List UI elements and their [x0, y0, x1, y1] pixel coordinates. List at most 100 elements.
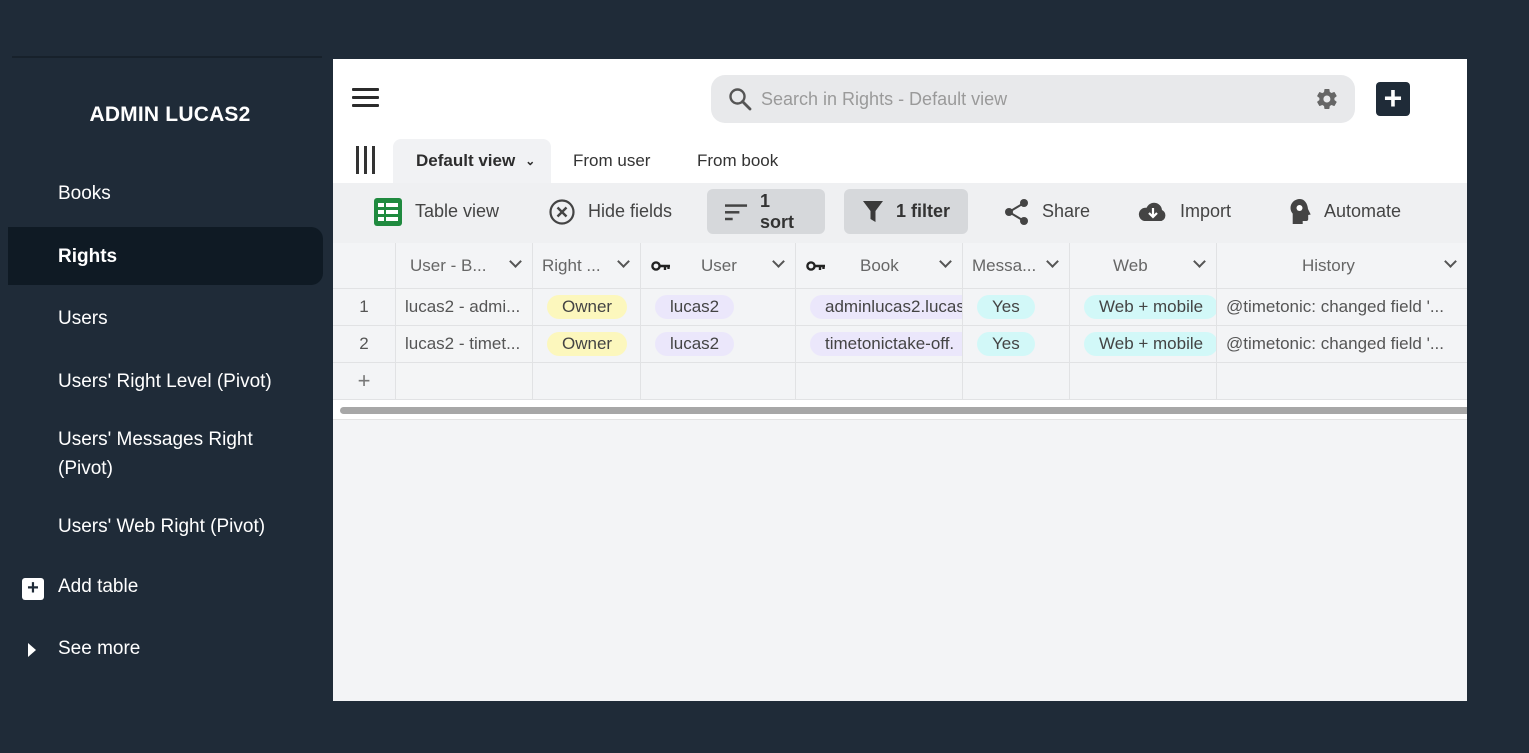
column-divider [395, 243, 396, 400]
cell-web[interactable]: Web + mobile [1070, 326, 1217, 362]
filter-button[interactable]: 1 filter [844, 189, 968, 234]
chevron-down-icon[interactable] [509, 255, 522, 268]
table-row[interactable]: 2 lucas2 - timet... Owner lucas2 timeton… [333, 326, 1467, 363]
search-input[interactable] [761, 85, 1281, 113]
horizontal-scrollbar[interactable] [340, 407, 1467, 414]
sidebar-divider [12, 56, 322, 58]
web-pill: Web + mobile [1084, 332, 1216, 356]
cell-user[interactable]: lucas2 [641, 289, 796, 325]
right-pill: Owner [547, 332, 628, 356]
cell-web[interactable]: Web + mobile [1070, 289, 1217, 325]
import-button[interactable]: Import [1120, 189, 1249, 234]
plus-icon: + [1383, 80, 1403, 116]
hamburger-icon[interactable] [352, 88, 379, 108]
cell-book[interactable]: adminlucas2.lucas [796, 289, 963, 325]
cell-messages[interactable]: Yes [963, 289, 1070, 325]
filter-label: 1 filter [895, 201, 951, 221]
column-header-user[interactable]: User [641, 243, 796, 288]
row-number: 2 [333, 326, 396, 362]
sidebar-item-users-right-level[interactable]: Users' Right Level (Pivot) [8, 366, 323, 396]
user-pill: lucas2 [655, 332, 735, 356]
cell-history[interactable]: @timetonic: changed field '... [1217, 326, 1467, 362]
cell-user-book[interactable]: lucas2 - timet... [396, 326, 533, 362]
table-icon [374, 197, 402, 226]
search-icon [729, 88, 752, 111]
cell-user[interactable]: lucas2 [641, 326, 796, 362]
sidebar-item-books[interactable]: Books [8, 178, 323, 208]
plus-icon[interactable]: + [22, 578, 44, 600]
column-header-label: Web [1113, 255, 1148, 275]
top-bar: + Default view ⌄ From user From book [333, 59, 1467, 183]
search-bar [711, 75, 1355, 123]
column-header-label: Messa... [972, 255, 1037, 275]
row-number-header [333, 243, 396, 288]
gear-icon[interactable] [1315, 87, 1339, 111]
tab-from-user[interactable]: From user [573, 139, 650, 183]
automate-icon [1290, 198, 1311, 224]
book-pill: timetonictake-off. [810, 332, 962, 356]
filter-icon [862, 200, 883, 222]
automate-label: Automate [1324, 201, 1402, 221]
table-view-button[interactable]: Table view [355, 189, 517, 234]
sidebar-item-users-web-right[interactable]: Users' Web Right (Pivot) [8, 511, 323, 541]
tab-default-view[interactable]: Default view ⌄ [393, 139, 551, 183]
chevron-down-icon[interactable] [939, 255, 952, 268]
key-icon [806, 260, 825, 271]
add-button[interactable]: + [1376, 82, 1410, 116]
column-header-user-book[interactable]: User - B... [396, 243, 533, 288]
views-icon[interactable] [356, 146, 376, 174]
chevron-down-icon[interactable] [1046, 255, 1059, 268]
column-header-label: User - B... [410, 255, 487, 275]
caret-right-icon[interactable] [28, 643, 36, 657]
sort-label: 1 sort [760, 190, 795, 232]
share-icon [1005, 198, 1028, 225]
sidebar-item-users-messages-right[interactable]: Users' Messages Right (Pivot) [8, 425, 288, 483]
cell-book[interactable]: timetonictake-off. [796, 326, 963, 362]
tab-label: From user [573, 151, 651, 170]
column-header-label: Right ... [542, 255, 601, 275]
chevron-down-icon[interactable] [1193, 255, 1206, 268]
app-title: ADMIN LUCAS2 [89, 103, 251, 126]
tab-label: From book [697, 151, 779, 170]
empty-cell [963, 363, 1070, 399]
empty-cell [796, 363, 963, 399]
cloud-download-icon [1138, 202, 1166, 221]
share-button[interactable]: Share [986, 189, 1108, 234]
cell-history[interactable]: @timetonic: changed field '... [1217, 289, 1467, 325]
tab-label: Default view [416, 151, 516, 170]
chevron-down-icon[interactable] [1444, 255, 1457, 268]
chevron-down-icon[interactable] [772, 255, 785, 268]
cell-messages[interactable]: Yes [963, 326, 1070, 362]
automate-button[interactable]: Automate [1270, 189, 1419, 234]
column-header-book[interactable]: Book [796, 243, 963, 288]
column-header-label: Book [860, 255, 899, 275]
table-row[interactable]: 1 lucas2 - admi... Owner lucas2 adminluc… [333, 289, 1467, 326]
web-pill: Web + mobile [1084, 295, 1216, 319]
cell-user-book[interactable]: lucas2 - admi... [396, 289, 533, 325]
share-label: Share [1042, 201, 1091, 221]
chevron-down-icon[interactable] [617, 255, 630, 268]
sort-button[interactable]: 1 sort [707, 189, 825, 234]
sidebar: ADMIN LUCAS2 Books Rights Users Users' R… [0, 0, 333, 753]
sort-icon [725, 203, 748, 220]
column-header-history[interactable]: History [1217, 243, 1467, 288]
messages-pill: Yes [977, 295, 1035, 319]
cell-right[interactable]: Owner [533, 326, 641, 362]
add-row[interactable]: + [333, 363, 1467, 400]
column-header-label: User [701, 255, 737, 275]
cell-right[interactable]: Owner [533, 289, 641, 325]
hide-fields-button[interactable]: Hide fields [530, 189, 690, 234]
sidebar-item-label: Users [58, 307, 108, 329]
empty-cell [1217, 363, 1467, 399]
empty-cell [533, 363, 641, 399]
add-row-button[interactable]: + [333, 363, 396, 399]
column-header-right[interactable]: Right ... [533, 243, 641, 288]
add-table-button[interactable]: Add table [58, 576, 138, 598]
sidebar-item-users[interactable]: Users [8, 303, 323, 333]
see-more-button[interactable]: See more [58, 638, 140, 660]
sidebar-item-rights[interactable]: Rights [8, 227, 323, 285]
main-panel: + Default view ⌄ From user From book Tab… [333, 59, 1467, 701]
column-header-web[interactable]: Web [1070, 243, 1217, 288]
column-header-messages[interactable]: Messa... [963, 243, 1070, 288]
tab-from-book[interactable]: From book [697, 139, 778, 183]
